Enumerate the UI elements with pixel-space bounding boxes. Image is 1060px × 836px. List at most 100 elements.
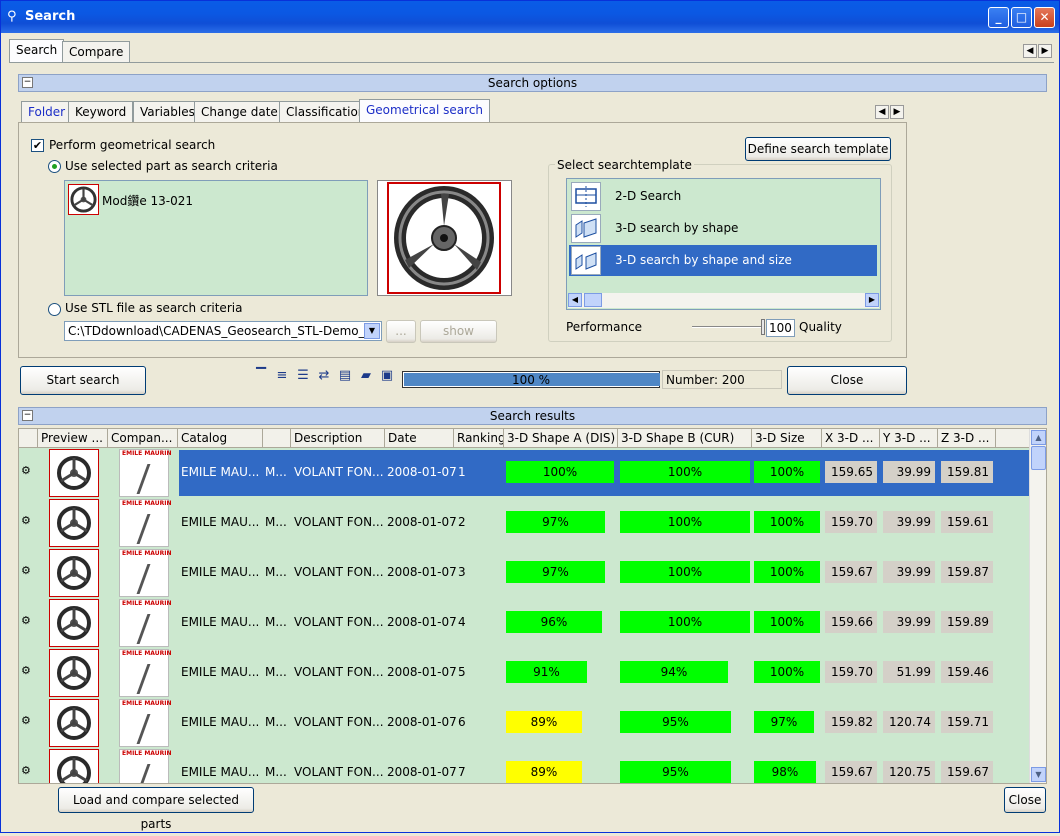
table-row[interactable]: ⚙ EMILE MAURIN EMILE MAU... M... VOLANT FON.… (19, 448, 1031, 498)
col-header-size[interactable]: 3-D Size (752, 429, 822, 448)
tab-scroll-right-icon[interactable]: ▶ (1038, 44, 1052, 58)
tab-keyword[interactable]: Keyword (68, 101, 134, 122)
preview-thumbnail[interactable] (49, 649, 99, 697)
define-template-button[interactable]: Define search template (745, 137, 891, 161)
results-table[interactable]: Preview ... Compan... Catalog Descriptio… (18, 428, 1047, 784)
col-header-blank[interactable] (263, 429, 291, 448)
search-options-header[interactable]: − Search options (18, 74, 1047, 92)
scroll-down-icon[interactable]: ▼ (1031, 767, 1046, 782)
x-cell: 159.65 (825, 461, 877, 483)
y-cell: 39.99 (883, 461, 935, 483)
minimize-button[interactable]: _ (988, 7, 1009, 28)
performance-slider-track[interactable] (692, 326, 762, 328)
preview-thumbnail[interactable] (49, 499, 99, 547)
scroll-left-icon[interactable]: ◀ (568, 293, 582, 307)
tab-scroll-left-icon[interactable]: ◀ (1023, 44, 1037, 58)
preview-thumbnail[interactable] (49, 549, 99, 597)
results-vscrollbar[interactable]: ▲ ▼ (1029, 429, 1046, 783)
use-stl-radio[interactable] (48, 303, 61, 316)
company-thumbnail[interactable]: EMILE MAURIN (119, 449, 172, 497)
shape-b-bar: 100% (620, 511, 750, 533)
use-selected-radio[interactable] (48, 160, 61, 173)
col-header-x[interactable]: X 3-D ... (822, 429, 880, 448)
shape-a-bar: 91% (506, 661, 587, 683)
export-icon[interactable]: ▣ (379, 368, 395, 384)
template-3d-shape-size[interactable]: 3-D search by shape and size (569, 245, 877, 276)
company-thumbnail[interactable]: EMILE MAURIN (119, 649, 172, 697)
preview-thumbnail[interactable] (49, 699, 99, 747)
save-icon[interactable]: ▤ (337, 368, 353, 384)
col-header-y[interactable]: Y 3-D ... (880, 429, 938, 448)
col-header-z[interactable]: Z 3-D ... (938, 429, 996, 448)
scroll-up-icon[interactable]: ▲ (1031, 430, 1046, 445)
collapse-results-icon[interactable]: − (22, 410, 33, 421)
maximize-button[interactable]: □ (1011, 7, 1032, 28)
table-row[interactable]: ⚙ EMILE MAURIN EMILE MAU... M... VOLANT FON.… (19, 548, 1031, 598)
company-thumbnail[interactable]: EMILE MAURIN (119, 599, 172, 647)
view-tree-icon[interactable]: ☰ (295, 368, 311, 384)
col-header-preview[interactable]: Preview ... (38, 429, 108, 448)
tab-folder[interactable]: Folder (21, 101, 73, 122)
col-header-date[interactable]: Date (385, 429, 454, 448)
tab-geometrical-search[interactable]: Geometrical search (359, 99, 491, 122)
template-list[interactable]: 2-D Search 3-D search by shape 3-D searc… (566, 178, 881, 310)
company-thumbnail[interactable]: EMILE MAURIN (119, 699, 172, 747)
table-row[interactable]: ⚙ EMILE MAURIN EMILE MAU... M... VOLANT FON.… (19, 698, 1031, 748)
collapse-icon[interactable]: − (22, 77, 33, 88)
bolt-icon: ⚙ (21, 614, 31, 627)
open-folder-icon[interactable]: ▰ (358, 368, 374, 384)
table-row[interactable]: ⚙ EMILE MAURIN EMILE MAU... M... VOLANT FON.… (19, 498, 1031, 548)
quality-value[interactable]: 100 (766, 319, 795, 337)
footer-close-button[interactable]: Close (1004, 787, 1046, 813)
tab-compare[interactable]: Compare (62, 41, 131, 62)
table-row[interactable]: ⚙ EMILE MAURIN EMILE MAU... M... VOLANT FON.… (19, 748, 1031, 783)
close-window-button[interactable]: ✕ (1034, 7, 1055, 28)
ranking-cell: 4 (458, 615, 466, 629)
view-list-icon[interactable]: ≡ (274, 368, 290, 384)
col-header-shape-b[interactable]: 3-D Shape B (CUR) (618, 429, 752, 448)
start-search-button[interactable]: Start search (20, 366, 146, 395)
col-header-description[interactable]: Description (291, 429, 385, 448)
option-tab-scroll-right-icon[interactable]: ▶ (890, 105, 904, 119)
option-tab-scroll-left-icon[interactable]: ◀ (875, 105, 889, 119)
close-search-button[interactable]: Close (787, 366, 907, 395)
template-3d-shape[interactable]: 3-D search by shape (569, 213, 877, 244)
scroll-right-icon[interactable]: ▶ (865, 293, 879, 307)
search-progress-bar: 100 % (402, 371, 660, 388)
date-cell: 2008-01-07 (387, 515, 457, 529)
company-thumbnail[interactable]: EMILE MAURIN (119, 499, 172, 547)
template-2d-search[interactable]: 2-D Search (569, 181, 877, 212)
scroll-thumb[interactable] (1031, 446, 1046, 470)
performance-slider-handle[interactable] (761, 319, 765, 335)
company-thumbnail[interactable]: EMILE MAURIN (119, 749, 172, 783)
tab-change-date[interactable]: Change date (194, 101, 285, 122)
load-compare-button[interactable]: Load and compare selected parts (58, 787, 254, 831)
table-row[interactable]: ⚙ EMILE MAURIN EMILE MAU... M... VOLANT FON.… (19, 648, 1031, 698)
col-header-icon[interactable] (19, 429, 38, 448)
x-cell: 159.70 (825, 661, 877, 683)
shape-a-bar: 97% (506, 511, 605, 533)
template-hscrollbar[interactable]: ◀ ▶ (568, 293, 879, 308)
table-row[interactable]: ⚙ EMILE MAURIN EMILE MAU... M... VOLANT FON.… (19, 598, 1031, 648)
tab-variables[interactable]: Variables (133, 101, 202, 122)
show-button[interactable]: show (420, 320, 497, 343)
view-single-icon[interactable]: ▔ (253, 368, 269, 384)
browse-button[interactable]: ... (386, 320, 416, 343)
scroll-thumb[interactable] (584, 293, 602, 307)
preview-thumbnail[interactable] (49, 449, 99, 497)
chevron-down-icon[interactable]: ▼ (364, 323, 380, 339)
col-header-catalog[interactable]: Catalog (178, 429, 263, 448)
col-header-ranking[interactable]: Ranking (454, 429, 504, 448)
perform-geo-checkbox[interactable]: ✔ (31, 139, 44, 152)
col-header-company[interactable]: Compan... (108, 429, 178, 448)
title-bar[interactable]: ⚲ Search _ □ ✕ (1, 1, 1059, 33)
preview-thumbnail[interactable] (49, 749, 99, 783)
col-header-shape-a[interactable]: 3-D Shape A (DIS) (504, 429, 618, 448)
preview-thumbnail[interactable] (49, 599, 99, 647)
selected-part-list[interactable]: Mod鑽e 13-021 (64, 180, 368, 296)
stl-path-select[interactable]: C:\TDdownload\CADENAS_Geosearch_STL-Demo… (64, 321, 382, 341)
refresh-icon[interactable]: ⇄ (316, 368, 332, 384)
company-thumbnail[interactable]: EMILE MAURIN (119, 549, 172, 597)
search-results-header[interactable]: − Search results (18, 407, 1047, 425)
tab-search[interactable]: Search (9, 39, 65, 62)
